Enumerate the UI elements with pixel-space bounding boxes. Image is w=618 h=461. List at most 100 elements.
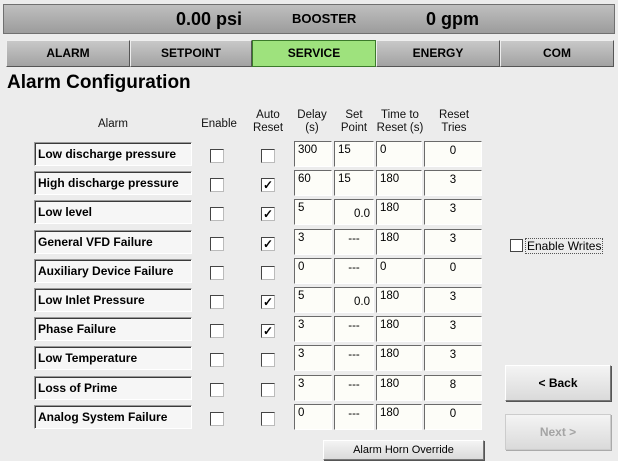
delay-field[interactable]: 3 (294, 375, 332, 401)
enable-writes-checkbox[interactable]: Enable Writes (510, 238, 604, 254)
header-auto-reset-line2: Reset (252, 122, 284, 134)
set-point-field[interactable]: 0.0 (334, 287, 374, 313)
reset-tries-field[interactable]: 3 (424, 316, 482, 342)
auto-reset-checkbox[interactable]: ✓ (261, 178, 275, 192)
enable-checkbox[interactable] (210, 412, 224, 426)
set-point-field[interactable]: --- (334, 258, 374, 284)
next-button[interactable]: Next > (505, 414, 611, 450)
header-reset-tries-line1: Reset (438, 109, 470, 121)
delay-field[interactable]: 3 (294, 345, 332, 371)
delay-field[interactable]: 0 (294, 404, 332, 430)
delay-field[interactable]: 3 (294, 316, 332, 342)
set-point-field[interactable]: --- (334, 375, 374, 401)
time-to-reset-field[interactable]: 180 (376, 170, 422, 196)
time-to-reset-field[interactable]: 180 (376, 229, 422, 255)
time-to-reset-field[interactable]: 180 (376, 375, 422, 401)
page-title: Alarm Configuration (7, 72, 191, 93)
tab-service[interactable]: SERVICE (252, 40, 376, 67)
delay-field[interactable]: 5 (294, 199, 332, 225)
tab-energy[interactable]: ENERGY (376, 40, 500, 67)
header-time-to-reset: Time to Reset (s) (374, 109, 426, 135)
enable-writes-label: Enable Writes (525, 238, 604, 254)
reset-tries-field[interactable]: 0 (424, 404, 482, 430)
reset-tries-field[interactable]: 3 (424, 170, 482, 196)
enable-checkbox[interactable] (210, 383, 224, 397)
header-delay-line2: (s) (305, 122, 319, 134)
alarm-name: Low level (34, 200, 192, 224)
set-point-field[interactable]: 15 (334, 141, 374, 167)
time-to-reset-field[interactable]: 0 (376, 258, 422, 284)
alarm-name: Auxiliary Device Failure (34, 259, 192, 283)
enable-checkbox[interactable] (210, 266, 224, 280)
header-time-to-reset-line2: Reset (s) (376, 122, 424, 134)
tab-alarm[interactable]: ALARM (6, 40, 130, 67)
enable-checkbox[interactable] (210, 178, 224, 192)
header-time-to-reset-line1: Time to (381, 109, 419, 121)
auto-reset-checkbox[interactable] (261, 149, 275, 163)
status-bar: 0.00 psi BOOSTER 0 gpm (3, 4, 615, 34)
flow-readout: 0 gpm (426, 9, 480, 29)
time-to-reset-field[interactable]: 180 (376, 199, 422, 225)
delay-field[interactable]: 0 (294, 258, 332, 284)
set-point-field[interactable]: --- (334, 229, 374, 255)
enable-writes-box[interactable] (510, 239, 523, 252)
header-set-point-line2: Point (340, 122, 368, 134)
alarm-name: Phase Failure (34, 317, 192, 341)
header-delay: Delay (s) (292, 109, 332, 135)
header-set-point: Set Point (334, 109, 374, 135)
header-set-point-line1: Set (345, 109, 363, 121)
delay-field[interactable]: 3 (294, 229, 332, 255)
time-to-reset-field[interactable]: 180 (376, 404, 422, 430)
auto-reset-checkbox[interactable]: ✓ (261, 324, 275, 338)
time-to-reset-field[interactable]: 180 (376, 345, 422, 371)
auto-reset-checkbox[interactable]: ✓ (261, 237, 275, 251)
alarm-name: General VFD Failure (34, 230, 192, 254)
alarm-horn-override-button[interactable]: Alarm Horn Override (323, 440, 484, 460)
header-delay-line1: Delay (297, 109, 327, 121)
set-point-field[interactable]: 15 (334, 170, 374, 196)
reset-tries-field[interactable]: 0 (424, 141, 482, 167)
set-point-field[interactable]: --- (334, 404, 374, 430)
auto-reset-checkbox[interactable]: ✓ (261, 295, 275, 309)
auto-reset-checkbox[interactable] (261, 383, 275, 397)
tab-setpoint[interactable]: SETPOINT (130, 40, 252, 67)
delay-field[interactable]: 60 (294, 170, 332, 196)
set-point-field[interactable]: 0.0 (334, 199, 374, 225)
set-point-field[interactable]: --- (334, 345, 374, 371)
alarm-name: High discharge pressure (34, 171, 192, 195)
delay-field[interactable]: 300 (294, 141, 332, 167)
header-enable: Enable (201, 118, 237, 130)
time-to-reset-field[interactable]: 180 (376, 316, 422, 342)
header-alarm: Alarm (97, 118, 129, 130)
enable-checkbox[interactable] (210, 207, 224, 221)
alarm-name: Loss of Prime (34, 376, 192, 400)
enable-checkbox[interactable] (210, 295, 224, 309)
header-auto-reset: Auto Reset (246, 109, 290, 135)
auto-reset-checkbox[interactable] (261, 266, 275, 280)
enable-checkbox[interactable] (210, 353, 224, 367)
tab-com[interactable]: COM (500, 40, 614, 67)
pressure-readout: 0.00 psi (176, 9, 243, 29)
enable-checkbox[interactable] (210, 149, 224, 163)
time-to-reset-field[interactable]: 180 (376, 287, 422, 313)
back-button[interactable]: < Back (505, 365, 611, 401)
enable-checkbox[interactable] (210, 324, 224, 338)
set-point-field[interactable]: --- (334, 316, 374, 342)
header-reset-tries: Reset Tries (426, 109, 482, 135)
reset-tries-field[interactable]: 3 (424, 287, 482, 313)
delay-field[interactable]: 5 (294, 287, 332, 313)
auto-reset-checkbox[interactable]: ✓ (261, 207, 275, 221)
alarm-name: Analog System Failure (34, 405, 192, 429)
enable-checkbox[interactable] (210, 237, 224, 251)
nav-tabs: ALARM SETPOINT SERVICE ENERGY COM (6, 40, 614, 68)
reset-tries-field[interactable]: 8 (424, 375, 482, 401)
auto-reset-checkbox[interactable] (261, 353, 275, 367)
reset-tries-field[interactable]: 3 (424, 229, 482, 255)
alarm-name: Low Temperature (34, 346, 192, 370)
alarm-name: Low discharge pressure (34, 142, 192, 166)
auto-reset-checkbox[interactable] (261, 412, 275, 426)
reset-tries-field[interactable]: 3 (424, 199, 482, 225)
reset-tries-field[interactable]: 0 (424, 258, 482, 284)
time-to-reset-field[interactable]: 0 (376, 141, 422, 167)
reset-tries-field[interactable]: 3 (424, 345, 482, 371)
